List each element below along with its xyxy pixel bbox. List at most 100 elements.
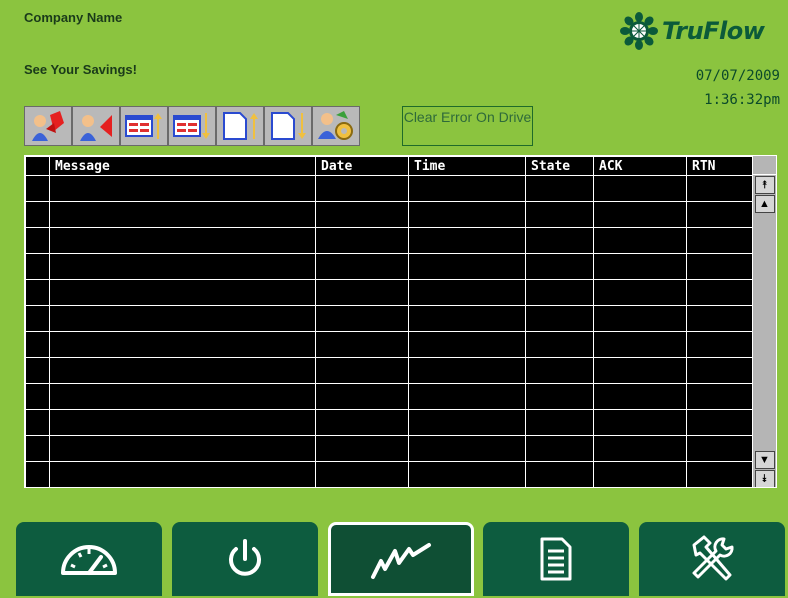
table-cell <box>25 227 50 254</box>
current-date: 07/07/2009 <box>695 68 780 84</box>
document-icon <box>540 537 572 581</box>
table-cell <box>525 383 594 410</box>
column-ack[interactable]: ACK <box>593 156 687 176</box>
table-row[interactable] <box>25 383 755 410</box>
table-body <box>25 175 755 487</box>
table-cell <box>686 305 755 332</box>
column-message[interactable]: Message <box>49 156 316 176</box>
table-cell <box>593 435 687 462</box>
acknowledge-all-button[interactable] <box>72 106 120 146</box>
table-row[interactable] <box>25 175 755 202</box>
page-down-button[interactable] <box>264 106 312 146</box>
table-cell <box>593 305 687 332</box>
scroll-down-button[interactable]: ▼ <box>754 451 775 469</box>
current-time: 1:36:32pm <box>704 92 780 108</box>
table-row[interactable] <box>25 201 755 228</box>
alarm-toolbar <box>24 106 360 146</box>
sort-descending-button[interactable] <box>168 106 216 146</box>
table-cell <box>593 227 687 254</box>
table-cell <box>408 227 526 254</box>
table-cell <box>25 305 50 332</box>
page-up-button[interactable] <box>216 106 264 146</box>
table-cell <box>525 279 594 306</box>
table-cell <box>49 383 316 410</box>
table-cell <box>408 305 526 332</box>
scroll-up-button[interactable]: ▲ <box>754 195 775 213</box>
page-up-icon <box>223 112 258 140</box>
table-row[interactable] <box>25 227 755 254</box>
table-row[interactable] <box>25 409 755 436</box>
table-cell <box>49 253 316 280</box>
table-cell <box>25 331 50 358</box>
table-cell <box>408 279 526 306</box>
table-row[interactable] <box>25 331 755 358</box>
table-cell <box>593 253 687 280</box>
up-arrow-icon: ▲ <box>759 198 770 210</box>
alarm-settings-button[interactable] <box>312 106 360 146</box>
table-cell <box>25 279 50 306</box>
column-date[interactable]: Date <box>315 156 409 176</box>
column-state[interactable]: State <box>525 156 594 176</box>
table-cell <box>686 461 755 487</box>
table-cell <box>315 461 409 487</box>
down-arrow-icon: ▼ <box>759 454 770 466</box>
table-cell <box>686 175 755 202</box>
table-cell <box>686 435 755 462</box>
nav-dashboard-button[interactable] <box>16 522 162 596</box>
nav-power-button[interactable] <box>172 522 318 596</box>
table-cell <box>525 253 594 280</box>
nav-log-button[interactable] <box>483 522 629 596</box>
table-cell <box>25 357 50 384</box>
table-cell <box>49 305 316 332</box>
table-header-row: Message Date Time State ACK RTN <box>25 156 755 176</box>
sort-ascending-button[interactable] <box>120 106 168 146</box>
table-cell <box>525 201 594 228</box>
table-cell <box>525 305 594 332</box>
page-down-icon <box>271 112 306 140</box>
table-cell <box>593 357 687 384</box>
table-cell <box>25 461 50 487</box>
acknowledge-alarm-button[interactable] <box>24 106 72 146</box>
column-rtn[interactable]: RTN <box>686 156 755 176</box>
table-cell <box>408 357 526 384</box>
table-cell <box>686 201 755 228</box>
table-cell <box>686 409 755 436</box>
table-cell <box>25 175 50 202</box>
table-cell <box>525 461 594 487</box>
table-row[interactable] <box>25 253 755 280</box>
table-cell <box>593 461 687 487</box>
table-cell <box>408 175 526 202</box>
table-cell <box>315 409 409 436</box>
table-cell <box>315 305 409 332</box>
column-select[interactable] <box>25 156 50 176</box>
scroll-bottom-button[interactable]: ⯯ <box>754 470 775 487</box>
nav-settings-button[interactable] <box>639 522 785 596</box>
clear-error-button[interactable]: Clear Error On Drive <box>402 106 533 146</box>
scroll-track[interactable] <box>753 214 776 450</box>
table-cell <box>315 435 409 462</box>
table-scrollbar[interactable]: ⯭ ▲ ▼ ⯯ <box>752 156 776 487</box>
table-row[interactable] <box>25 357 755 384</box>
table-row[interactable] <box>25 435 755 462</box>
table-cell <box>49 201 316 228</box>
table-row[interactable] <box>25 305 755 332</box>
scrollbar-header <box>753 156 776 175</box>
scroll-top-button[interactable]: ⯭ <box>754 176 775 194</box>
table-row[interactable] <box>25 279 755 306</box>
double-up-arrow-icon: ⯭ <box>761 179 768 191</box>
column-time[interactable]: Time <box>408 156 526 176</box>
table-cell <box>593 175 687 202</box>
table-cell <box>525 227 594 254</box>
table-cell <box>686 331 755 358</box>
sort-ascending-icon <box>125 113 162 139</box>
table-cell <box>49 461 316 487</box>
nav-trends-button[interactable] <box>328 522 474 596</box>
trend-icon <box>371 543 431 579</box>
sort-descending-icon <box>173 113 210 139</box>
table-cell <box>408 201 526 228</box>
table-cell <box>593 201 687 228</box>
table-cell <box>686 253 755 280</box>
table-row[interactable] <box>25 461 755 487</box>
table-cell <box>408 383 526 410</box>
alarm-table: Message Date Time State ACK RTN ⯭ ▲ ▼ ⯯ <box>24 155 777 488</box>
